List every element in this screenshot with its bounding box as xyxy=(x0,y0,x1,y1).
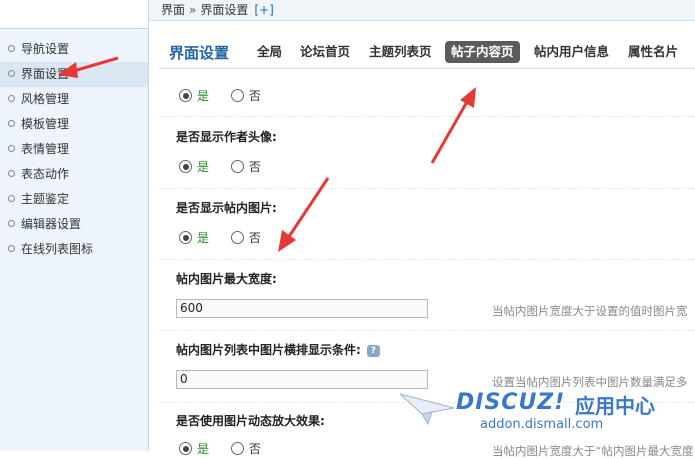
arrow-to-images xyxy=(278,177,330,252)
paper-plane-icon xyxy=(399,393,455,426)
watermark-brand-suffix: 应用中心 xyxy=(575,394,655,418)
annotation-arrows xyxy=(58,56,476,252)
arrow-to-tab xyxy=(430,87,476,164)
watermark: DISCUZ! 应用中心 addon.dismall.com xyxy=(398,388,695,451)
watermark-brand: DISCUZ! xyxy=(456,390,566,415)
arrow-to-sidebar xyxy=(58,56,119,78)
watermark-url: addon.dismall.com xyxy=(480,417,604,432)
